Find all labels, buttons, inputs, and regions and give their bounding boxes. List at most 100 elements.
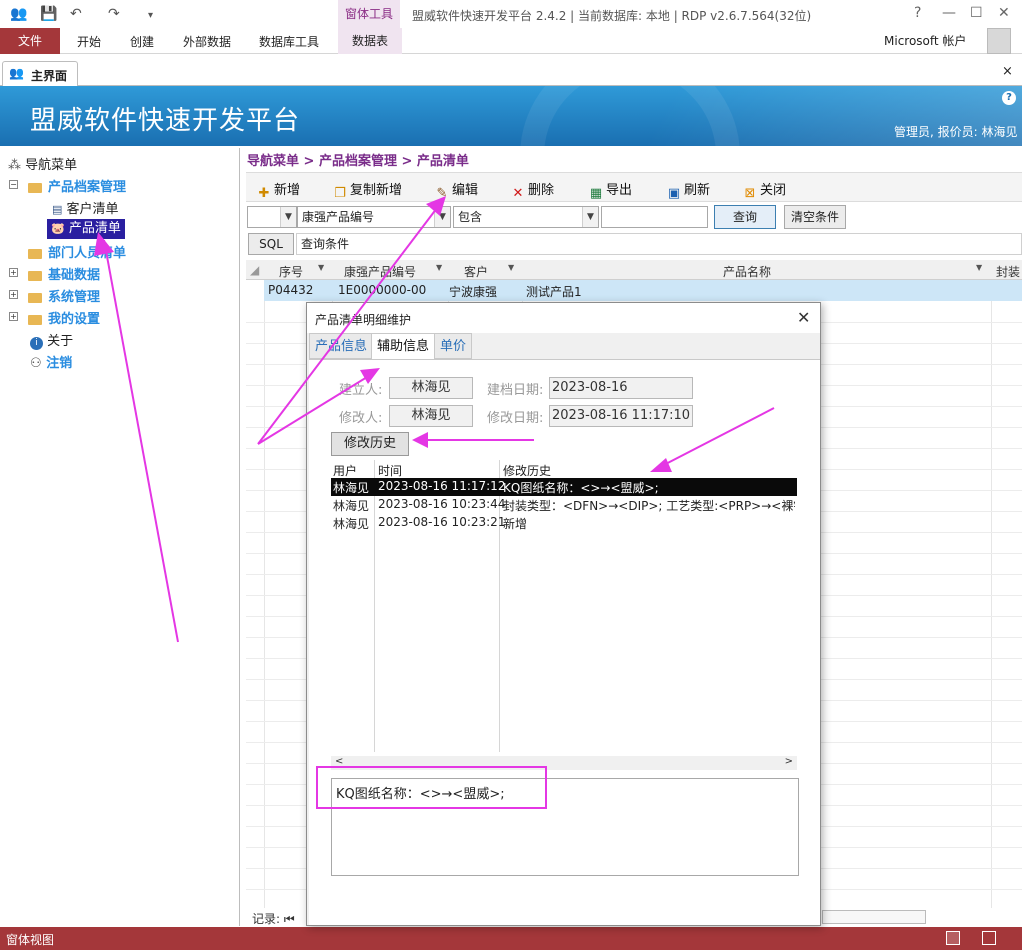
- datasheet-view-icon[interactable]: [982, 931, 996, 945]
- add-button[interactable]: ✚ 新增: [256, 179, 300, 202]
- sitemap-icon: ⁂: [8, 158, 21, 173]
- query-conditions-input[interactable]: 查询条件: [296, 233, 1022, 255]
- tab-product-info[interactable]: 产品信息: [309, 333, 374, 359]
- table-row[interactable]: P04432 1E0000000-00 宁波康强 测试产品1: [264, 280, 1022, 301]
- help-icon[interactable]: ?: [1002, 91, 1016, 105]
- sql-button[interactable]: SQL: [248, 233, 294, 255]
- status-text: 窗体视图: [6, 933, 55, 947]
- nav-item-product-list[interactable]: 🐷 产品清单: [47, 219, 125, 239]
- history-user: 林海见: [333, 499, 370, 513]
- edit-label: 编辑: [452, 183, 479, 198]
- column-header-product-code[interactable]: 康强产品编号: [344, 263, 416, 280]
- filter-value-input[interactable]: [601, 206, 708, 228]
- maximize-button[interactable]: ☐: [970, 5, 983, 21]
- qat-customize-icon[interactable]: ▾: [148, 10, 153, 21]
- logic-select[interactable]: ▼: [247, 206, 297, 228]
- record-label: 记录:: [252, 912, 281, 926]
- tab-main[interactable]: 👥 主界面: [2, 61, 78, 86]
- tab-create[interactable]: 创建: [130, 33, 154, 50]
- sort-icon[interactable]: ▼: [318, 263, 324, 272]
- tab-auxiliary-info[interactable]: 辅助信息: [371, 333, 436, 360]
- redo-icon[interactable]: ↷: [108, 6, 120, 22]
- sort-icon[interactable]: ▼: [508, 263, 514, 272]
- sort-icon[interactable]: ▼: [436, 263, 442, 272]
- column-header-seq[interactable]: 序号: [279, 263, 303, 280]
- folder-icon: [28, 182, 42, 193]
- expand-icon[interactable]: +: [9, 312, 18, 321]
- nav-item-basic-data[interactable]: 基础数据: [28, 264, 100, 283]
- nav-item-about[interactable]: i 关于: [30, 330, 73, 350]
- modify-history-button[interactable]: 修改历史: [331, 432, 409, 456]
- nav-item-system-management[interactable]: 系统管理: [28, 286, 100, 305]
- refresh-button[interactable]: ▣ 刷新: [666, 179, 710, 202]
- save-icon[interactable]: 💾: [40, 6, 57, 22]
- column-header-product-name[interactable]: 产品名称: [723, 263, 771, 280]
- tab-home[interactable]: 开始: [77, 33, 101, 50]
- expand-icon[interactable]: +: [9, 268, 18, 277]
- close-button[interactable]: ✕: [998, 5, 1010, 21]
- tab-unit-price[interactable]: 单价: [434, 333, 473, 359]
- field-select[interactable]: 康强产品编号 ▼: [297, 206, 451, 228]
- list-item[interactable]: 林海见 2023-08-16 10:23:21 新增: [331, 514, 797, 532]
- modifier-field[interactable]: 林海见: [389, 405, 473, 427]
- copy-add-button[interactable]: ❐ 复制新增: [332, 179, 402, 202]
- history-header-user[interactable]: 用户: [333, 462, 357, 479]
- ribbon-tabs: 文件 开始 创建 外部数据 数据库工具 数据表 Microsoft 帐户: [0, 28, 1022, 54]
- nav-item-logout[interactable]: ⚇ 注销: [30, 352, 72, 371]
- history-time: 2023-08-16 11:17:12: [378, 479, 506, 493]
- cell-seq[interactable]: P04432: [268, 283, 313, 297]
- auxiliary-info-pane: 建立人: 林海见 建档日期: 2023-08-16 修改人: 林海见 修改日期:…: [309, 359, 820, 925]
- creator-field[interactable]: 林海见: [389, 377, 473, 399]
- cell-product-name[interactable]: 测试产品1: [526, 283, 582, 300]
- cell-customer[interactable]: 宁波康强: [449, 283, 497, 300]
- avatar[interactable]: [987, 28, 1011, 54]
- close-document-icon[interactable]: ×: [1002, 64, 1013, 79]
- history-header-change[interactable]: 修改历史: [503, 462, 551, 479]
- query-button[interactable]: 查询: [714, 205, 776, 229]
- nav-item-department-staff[interactable]: 部门人员清单: [28, 242, 126, 261]
- list-item[interactable]: 林海见 2023-08-16 10:23:44 封装类型：<DFN>→<DIP>…: [331, 496, 797, 514]
- modify-date-field[interactable]: 2023-08-16 11:17:10: [549, 405, 693, 427]
- minimize-button[interactable]: —: [942, 5, 956, 21]
- nav-root[interactable]: ⁂ 导航菜单: [8, 154, 77, 173]
- nav-item-product-archive[interactable]: 产品档案管理: [28, 176, 126, 195]
- dialog-close-icon[interactable]: ✕: [797, 308, 810, 327]
- close-form-label: 关闭: [760, 183, 787, 198]
- horizontal-scrollbar[interactable]: [822, 910, 926, 924]
- nav-item-customer-list[interactable]: ▤ 客户清单: [52, 198, 119, 217]
- clear-conditions-button[interactable]: 清空条件: [784, 205, 846, 229]
- first-record-icon[interactable]: ⏮: [284, 912, 295, 926]
- status-bar: 窗体视图: [0, 927, 1022, 950]
- column-header-customer[interactable]: 客户: [464, 263, 488, 280]
- expand-icon[interactable]: +: [9, 290, 18, 299]
- edit-button[interactable]: ✎ 编辑: [434, 179, 478, 202]
- help-button[interactable]: ?: [914, 5, 921, 21]
- delete-button[interactable]: ✕ 删除: [510, 179, 554, 202]
- banner-title: 盟威软件快速开发平台: [30, 106, 301, 136]
- column-header-package[interactable]: 封装: [996, 263, 1020, 280]
- form-view-icon[interactable]: [946, 931, 960, 945]
- export-button[interactable]: ▦ 导出: [588, 179, 632, 202]
- chevron-right-icon[interactable]: >: [785, 756, 793, 767]
- cell-product-code[interactable]: 1E0000000-00: [338, 283, 426, 297]
- operator-select[interactable]: 包含 ▼: [453, 206, 599, 228]
- undo-icon[interactable]: ↶: [70, 6, 82, 22]
- history-header-time[interactable]: 时间: [378, 462, 402, 479]
- nav-item-label: 系统管理: [48, 290, 101, 305]
- tab-file[interactable]: 文件: [0, 28, 60, 54]
- list-item[interactable]: 林海见 2023-08-16 11:17:12 KQ图纸名称：<>→<盟威>;: [331, 478, 797, 496]
- refresh-icon: ▣: [667, 186, 681, 201]
- field-select-value: 康强产品编号: [302, 210, 375, 224]
- tab-external-data[interactable]: 外部数据: [183, 33, 231, 50]
- select-all-icon[interactable]: ◢: [250, 263, 259, 277]
- sort-icon[interactable]: ▼: [976, 263, 982, 272]
- nav-item-my-settings[interactable]: 我的设置: [28, 308, 100, 327]
- close-form-button[interactable]: ⊠ 关闭: [742, 179, 786, 202]
- tab-database-tools[interactable]: 数据库工具: [259, 33, 319, 50]
- history-change: KQ图纸名称：<>→<盟威>;: [503, 481, 659, 495]
- create-date-field[interactable]: 2023-08-16: [549, 377, 693, 399]
- tab-datasheet[interactable]: 数据表: [338, 28, 403, 54]
- collapse-icon[interactable]: −: [9, 180, 18, 189]
- annotation-highlight-box: [316, 766, 547, 809]
- account-menu[interactable]: Microsoft 帐户: [884, 32, 966, 49]
